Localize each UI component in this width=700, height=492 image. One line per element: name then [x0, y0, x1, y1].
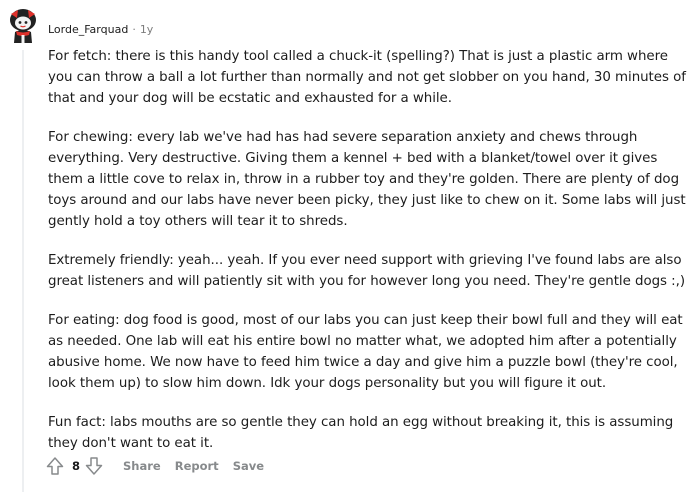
avatar-icon: [10, 9, 36, 43]
timestamp[interactable]: 1y: [140, 22, 154, 38]
share-button[interactable]: Share: [123, 459, 161, 473]
comment: Lorde_Farquad · 1y For fetch: there is t…: [0, 0, 700, 492]
comment-paragraph: For eating: dog food is good, most of ou…: [48, 313, 683, 391]
upvote-button[interactable]: [44, 454, 66, 478]
downvote-arrow-icon: [85, 457, 103, 475]
report-button[interactable]: Report: [175, 459, 219, 473]
avatar[interactable]: [8, 8, 38, 44]
upvote-arrow-icon: [46, 457, 64, 475]
comment-paragraph: For fetch: there is this handy tool call…: [48, 49, 686, 106]
thread-line[interactable]: [22, 50, 24, 492]
comment-body: For fetch: there is this handy tool call…: [48, 46, 696, 472]
comment-paragraph: For chewing: every lab we've had has had…: [48, 130, 686, 229]
username[interactable]: Lorde_Farquad: [48, 22, 128, 38]
save-button[interactable]: Save: [233, 459, 264, 473]
comment-paragraph: Extremely friendly: yeah... yeah. If you…: [48, 253, 686, 289]
comment-paragraph: Fun fact: labs mouths are so gentle they…: [48, 415, 674, 451]
meta-separator: ·: [132, 23, 136, 36]
vote-score: 8: [72, 459, 81, 473]
comment-actions: 8 Share Report Save: [44, 454, 264, 478]
comment-meta: Lorde_Farquad · 1y: [48, 22, 153, 38]
downvote-button[interactable]: [83, 454, 105, 478]
